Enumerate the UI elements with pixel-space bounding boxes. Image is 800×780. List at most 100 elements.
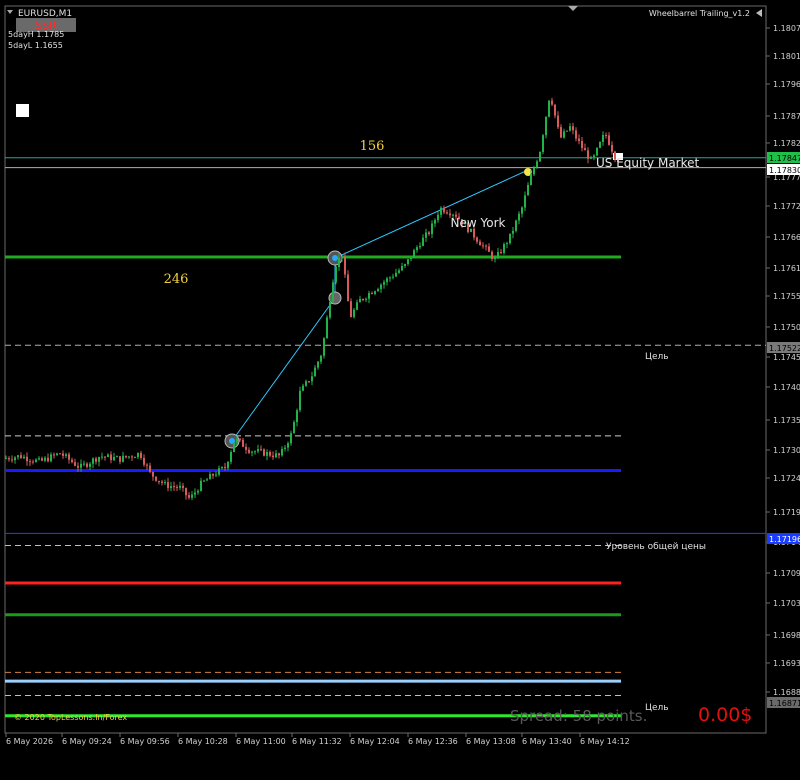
trendline-zigzag <box>224 153 623 449</box>
time-axis: 6 May 2026 6 May 09:24 6 May 09:56 6 May 10… <box>5 733 630 746</box>
candle-body <box>59 453 61 455</box>
profit-value: 0.00$ <box>698 704 752 726</box>
time-tick-label: 6 May 2026 <box>6 737 53 746</box>
time-tick-label: 6 May 12:36 <box>408 737 458 746</box>
candle-body <box>257 449 259 452</box>
candle-body <box>503 244 505 253</box>
time-tick-label: 6 May 10:28 <box>178 737 228 746</box>
candle-body <box>215 474 217 476</box>
candle-body <box>374 291 376 294</box>
candle-body <box>341 256 343 258</box>
candle-body <box>563 131 565 138</box>
candle-body <box>323 338 325 356</box>
candle-body <box>422 237 424 246</box>
candle-body <box>473 228 475 238</box>
level-lines <box>5 157 766 718</box>
candle-body <box>356 302 358 310</box>
candle-body <box>287 443 289 448</box>
candle-body <box>278 453 280 456</box>
us-equity-label: US Equity Market <box>596 156 700 170</box>
price-chart[interactable]: EURUSD,M1 SSR 5dayH 1.1785 5dayL 1.1655 … <box>0 0 800 780</box>
candle-body <box>233 442 235 452</box>
candle-body <box>407 259 409 264</box>
price-axis: 1.18070 1.18015 1.17960 1.17870 1.17825 1.177… <box>766 24 800 708</box>
arrow-left-icon[interactable] <box>756 9 762 17</box>
candle-body <box>551 100 553 105</box>
candle-body <box>509 233 511 244</box>
time-tick-label: 6 May 12:04 <box>350 737 400 746</box>
price-tick-label: 1.17720 <box>773 202 800 211</box>
candle-body <box>125 455 127 458</box>
candle-body <box>347 274 349 302</box>
candle-body <box>401 266 403 271</box>
candle-body <box>14 457 16 461</box>
candle-body <box>122 455 124 462</box>
candle-body <box>587 150 589 159</box>
candle-body <box>158 480 160 482</box>
candle-body <box>542 135 544 152</box>
candle-body <box>218 468 220 475</box>
candle-body <box>188 495 190 498</box>
candle-body <box>56 453 58 455</box>
candle-body <box>113 457 115 461</box>
price-tick-label: 1.17400 <box>773 383 800 392</box>
candle-body <box>536 161 538 168</box>
checkbox[interactable] <box>16 104 29 117</box>
candle-body <box>491 251 493 259</box>
candle-body <box>98 457 100 462</box>
candle-body <box>389 277 391 279</box>
candle-body <box>11 459 13 461</box>
candle-body <box>200 480 202 491</box>
price-tick-label: 1.18070 <box>773 24 800 33</box>
candle-body <box>227 461 229 469</box>
time-tick-label: 6 May 09:24 <box>62 737 112 746</box>
collapse-triangle-icon[interactable] <box>568 6 578 11</box>
candle-body <box>338 257 340 267</box>
chart-frame <box>4 5 767 734</box>
price-badge-label: 1.17830 <box>769 166 800 175</box>
price-tick-label: 1.17610 <box>773 264 800 273</box>
candle-body <box>425 232 427 238</box>
time-tick-label: 6 May 09:56 <box>120 737 170 746</box>
candle-body <box>554 104 556 116</box>
symbol-header: EURUSD,M1 SSR 5dayH 1.1785 5dayL 1.1655 <box>7 9 76 117</box>
candle-body <box>260 449 262 451</box>
candle-body <box>377 289 379 292</box>
candle-body <box>302 385 304 391</box>
candle-body <box>206 479 208 481</box>
candle-body <box>500 252 502 253</box>
pips-left: 246 <box>164 272 189 287</box>
candle-body <box>437 214 439 220</box>
candle-body <box>254 451 256 453</box>
candle-body <box>242 439 244 447</box>
candle-body <box>197 490 199 493</box>
candle-body <box>119 456 121 462</box>
candle-body <box>308 381 310 383</box>
candle-body <box>344 256 346 275</box>
price-tick-label: 1.17245 <box>773 474 800 483</box>
candle-body <box>569 126 571 131</box>
candle-body <box>104 456 106 458</box>
five-day-high: 5dayH 1.1785 <box>8 30 64 39</box>
symbol-timeframe: EURUSD,M1 <box>18 9 72 19</box>
candle-body <box>239 438 241 440</box>
candle-body <box>281 449 283 456</box>
target-label: Цель <box>645 352 669 362</box>
candle-body <box>596 147 598 156</box>
candle-body <box>65 454 67 456</box>
candle-body <box>398 270 400 273</box>
copyright: © 2020 TopLessons.In/Forex <box>14 713 127 722</box>
price-tick-label: 1.17825 <box>773 139 800 148</box>
price-tick-label: 1.16880 <box>773 688 800 697</box>
candle-body <box>404 264 406 266</box>
candle-body <box>524 195 526 208</box>
candle-body <box>41 458 43 461</box>
candle-body <box>545 116 547 136</box>
candle-body <box>560 127 562 138</box>
candle-body <box>494 258 496 260</box>
dropdown-triangle-icon[interactable] <box>7 10 13 14</box>
candle-body <box>128 456 130 458</box>
candle-body <box>71 459 73 463</box>
candle-body <box>482 245 484 247</box>
candle-body <box>533 167 535 175</box>
